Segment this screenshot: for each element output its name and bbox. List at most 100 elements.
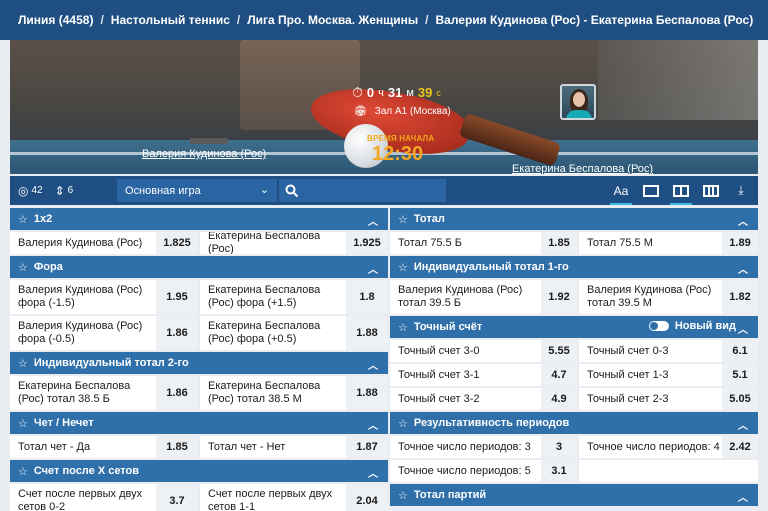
odds-value[interactable]: 1.92 xyxy=(541,280,577,314)
odds-value[interactable]: 4.7 xyxy=(541,364,577,386)
view-two-columns-button[interactable] xyxy=(670,180,692,205)
collapse-icon[interactable]: ︿ xyxy=(738,321,748,336)
market-group-header[interactable]: ☆ Результативность периодов ︿ xyxy=(390,412,758,434)
search-input[interactable] xyxy=(279,179,446,202)
odds-value[interactable]: 3.1 xyxy=(541,460,577,482)
odds-cell[interactable]: Точный счет 1-3 5.1 xyxy=(579,364,758,386)
collapse-icon[interactable]: ︿ xyxy=(738,261,748,276)
odds-cell[interactable]: Екатерина Беспалова (Рос) тотал 38.5 М 1.… xyxy=(200,376,388,410)
collapse-icon[interactable]: ︿ xyxy=(738,489,748,504)
market-group-header[interactable]: ☆ Тотал партий ︿ xyxy=(390,484,758,506)
market-group-header[interactable]: ☆ Счет после X сетов ︿ xyxy=(10,460,388,482)
odds-cell[interactable]: Валерия Кудинова (Рос) тотал 39.5 М 1.82 xyxy=(579,280,758,314)
odds-cell[interactable]: Точный счет 3-1 4.7 xyxy=(390,364,577,386)
odds-cell[interactable]: Точный счет 3-2 4.9 xyxy=(390,388,577,410)
team1-link[interactable]: Валерия Кудинова (Рос) xyxy=(142,148,266,160)
odds-cell[interactable]: Точный счет 3-0 5.55 xyxy=(390,340,577,362)
odds-value[interactable]: 1.825 xyxy=(156,232,198,254)
odds-value[interactable]: 1.85 xyxy=(156,436,198,458)
market-group-header[interactable]: ☆ Индивидуальный тотал 1-го ︿ xyxy=(390,256,758,278)
breadcrumb-item-league[interactable]: Лига Про. Москва. Женщины xyxy=(247,13,418,27)
odds-value[interactable]: 1.82 xyxy=(722,280,758,314)
star-icon[interactable]: ☆ xyxy=(18,357,28,370)
odds-cell[interactable]: Тотал 75.5 Б 1.85 xyxy=(390,232,577,254)
collapse-icon[interactable]: ︿ xyxy=(738,417,748,432)
odds-cell[interactable]: Валерия Кудинова (Рос) фора (-0.5) 1.86 xyxy=(10,316,198,350)
breadcrumb-item-line[interactable]: Линия (4458) xyxy=(18,13,93,27)
odds-cell[interactable]: Екатерина Беспалова (Рос) 1.925 xyxy=(200,232,388,254)
view-three-columns-button[interactable] xyxy=(700,180,722,202)
collapse-icon[interactable]: ︿ xyxy=(368,465,378,480)
odds-cell[interactable]: Точный счет 2-3 5.05 xyxy=(579,388,758,410)
odds-value[interactable]: 1.88 xyxy=(346,316,388,350)
odds-cell[interactable]: Валерия Кудинова (Рос) 1.825 xyxy=(10,232,198,254)
odds-value[interactable]: 1.85 xyxy=(541,232,577,254)
odds-row: Валерия Кудинова (Рос) фора (-1.5) 1.95 Е… xyxy=(10,280,388,314)
markets-count[interactable]: ◎ 42 xyxy=(18,184,43,198)
star-icon[interactable]: ☆ xyxy=(18,213,28,226)
star-icon[interactable]: ☆ xyxy=(18,465,28,478)
odds-value[interactable]: 1.89 xyxy=(722,232,758,254)
odds-cell[interactable]: Счет после первых двух сетов 1-1 2.04 xyxy=(200,484,388,511)
new-view-toggle[interactable]: Новый вид xyxy=(648,320,736,332)
odds-cell[interactable]: Тотал чет - Да 1.85 xyxy=(10,436,198,458)
odds-value[interactable]: 5.55 xyxy=(541,340,577,362)
odds-value[interactable]: 1.925 xyxy=(346,232,388,254)
collapse-icon[interactable]: ︿ xyxy=(738,213,748,228)
pin-button[interactable]: ⤓ xyxy=(730,180,752,202)
odds-cell[interactable]: Точное число периодов: 5 3.1 xyxy=(390,460,577,482)
odds-value[interactable]: 5.1 xyxy=(722,364,758,386)
odds-value[interactable]: 3 xyxy=(541,436,577,458)
odds-cell[interactable]: Точное число периодов: 4 2.42 xyxy=(579,436,758,458)
star-icon[interactable]: ☆ xyxy=(398,213,408,226)
market-group-header[interactable]: ☆ Фора ︿ xyxy=(10,256,388,278)
market-select[interactable]: Основная игра ⌄ xyxy=(117,179,277,202)
odds-cell[interactable]: Екатерина Беспалова (Рос) фора (+1.5) 1.8 xyxy=(200,280,388,314)
odds-value[interactable]: 1.8 xyxy=(346,280,388,314)
odds-value[interactable]: 1.95 xyxy=(156,280,198,314)
odds-cell[interactable]: Екатерина Беспалова (Рос) тотал 38.5 Б 1.… xyxy=(10,376,198,410)
odds-cell[interactable]: Тотал 75.5 М 1.89 xyxy=(579,232,758,254)
market-group-title: Индивидуальный тотал 2-го xyxy=(33,357,189,369)
star-icon[interactable]: ☆ xyxy=(398,261,408,274)
collapse-icon[interactable]: ︿ xyxy=(368,261,378,276)
market-group-header[interactable]: ☆ Индивидуальный тотал 2-го ︿ xyxy=(10,352,388,374)
market-group-header[interactable]: ☆ 1x2 ︿ xyxy=(10,208,388,230)
toggle-switch[interactable] xyxy=(648,321,669,331)
view-one-column-button[interactable] xyxy=(640,180,662,202)
breadcrumb-item-sport[interactable]: Настольный теннис xyxy=(111,13,230,27)
odds-cell[interactable]: Валерия Кудинова (Рос) тотал 39.5 Б 1.92 xyxy=(390,280,577,314)
star-icon[interactable]: ☆ xyxy=(398,417,408,430)
odds-value[interactable]: 2.42 xyxy=(722,436,758,458)
star-icon[interactable]: ☆ xyxy=(18,417,28,430)
odds-cell[interactable]: Точный счет 0-3 6.1 xyxy=(579,340,758,362)
star-icon[interactable]: ☆ xyxy=(398,489,408,502)
odds-value[interactable]: 1.86 xyxy=(156,316,198,350)
odds-value[interactable]: 4.9 xyxy=(541,388,577,410)
collapse-icon[interactable]: ︿ xyxy=(368,357,378,372)
odds-value[interactable]: 5.05 xyxy=(722,388,758,410)
market-group-header[interactable]: ☆ Точный счёт Новый вид ︿ xyxy=(390,316,758,338)
odds-cell[interactable]: Екатерина Беспалова (Рос) фора (+0.5) 1.8… xyxy=(200,316,388,350)
market-group-title: Чет / Нечет xyxy=(33,417,94,429)
market-group-header[interactable]: ☆ Чет / Нечет ︿ xyxy=(10,412,388,434)
odds-cell[interactable]: Валерия Кудинова (Рос) фора (-1.5) 1.95 xyxy=(10,280,198,314)
team2-link[interactable]: Екатерина Беспалова (Рос) xyxy=(512,163,653,174)
sort-count[interactable]: ⇕ 6 xyxy=(55,184,74,198)
collapse-icon[interactable]: ︿ xyxy=(368,213,378,228)
odds-value[interactable]: 1.86 xyxy=(156,376,198,410)
font-size-button[interactable]: Aa xyxy=(610,180,632,205)
star-icon[interactable]: ☆ xyxy=(18,261,28,274)
odds-value[interactable]: 6.1 xyxy=(722,340,758,362)
star-icon[interactable]: ☆ xyxy=(398,321,408,334)
odds-cell[interactable]: Счет после первых двух сетов 0-2 3.7 xyxy=(10,484,198,511)
odds-value[interactable]: 1.87 xyxy=(346,436,388,458)
collapse-icon[interactable]: ︿ xyxy=(368,417,378,432)
odds-value[interactable]: 1.88 xyxy=(346,376,388,410)
market-group-title: 1x2 xyxy=(33,213,53,225)
odds-cell[interactable]: Тотал чет - Нет 1.87 xyxy=(200,436,388,458)
odds-cell[interactable]: Точное число периодов: 3 3 xyxy=(390,436,577,458)
odds-value[interactable]: 2.04 xyxy=(346,484,388,511)
odds-value[interactable]: 3.7 xyxy=(156,484,198,511)
market-group-header[interactable]: ☆ Тотал ︿ xyxy=(390,208,758,230)
